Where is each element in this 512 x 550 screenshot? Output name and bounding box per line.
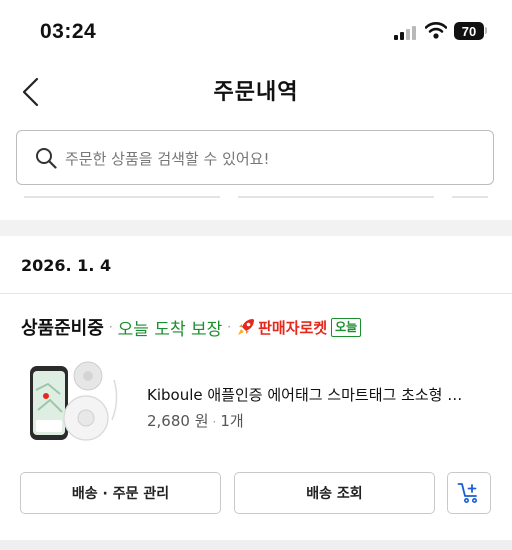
search-placeholder: 주문한 상품을 검색할 수 있어요! — [65, 150, 270, 168]
product-name[interactable]: Kiboule 애플인증 에어태그 스마트태그 초소형 … — [147, 384, 492, 405]
rocket-delivery-label: 판매자로켓 — [258, 318, 328, 337]
delivery-order-manage-button[interactable]: 배송 · 주문 관리 — [20, 472, 221, 514]
order-card: 2026. 1. 4 상품준비중 · 오늘 도착 보장 · 판매자로켓 오늘 K… — [0, 236, 512, 540]
search-icon — [36, 148, 57, 169]
track-delivery-button[interactable]: 배송 조회 — [234, 472, 435, 514]
product-image[interactable] — [24, 360, 122, 444]
filter-tab[interactable] — [238, 196, 434, 198]
battery-indicator: 70 — [454, 22, 484, 40]
header: 주문내역 주문한 상품을 검색할 수 있어요! — [0, 62, 512, 220]
cart-plus-icon — [457, 483, 478, 503]
battery-tip — [485, 27, 487, 34]
next-card-edge — [0, 540, 512, 550]
order-status: 상품준비중 — [21, 318, 104, 339]
product-price: 2,680 원 — [147, 412, 209, 430]
separator-dot: · — [108, 320, 113, 334]
separator-dot: · — [227, 320, 232, 334]
status-bar: 03:24 70 — [0, 0, 512, 62]
separator-dot: · — [212, 415, 217, 429]
signal-icon — [394, 24, 420, 40]
price-line: 2,680 원 · 1개 — [147, 410, 244, 431]
search-input[interactable]: 주문한 상품을 검색할 수 있어요! — [16, 130, 494, 185]
page-title: 주문내역 — [213, 80, 299, 105]
divider — [0, 293, 512, 294]
status-time: 03:24 — [40, 20, 97, 43]
today-badge: 오늘 — [331, 317, 362, 337]
product-quantity: 1개 — [220, 412, 244, 430]
add-to-cart-button[interactable] — [447, 472, 491, 514]
filter-tabs — [0, 196, 512, 220]
rocket-icon — [238, 319, 255, 335]
order-date: 2026. 1. 4 — [21, 256, 112, 275]
delivery-status-line: 상품준비중 · 오늘 도착 보장 · 판매자로켓 오늘 — [21, 314, 362, 340]
filter-tab[interactable] — [24, 196, 220, 198]
arrival-guarantee: 오늘 도착 보장 — [117, 319, 223, 340]
wifi-icon — [425, 22, 447, 39]
filter-tab[interactable] — [452, 196, 488, 198]
